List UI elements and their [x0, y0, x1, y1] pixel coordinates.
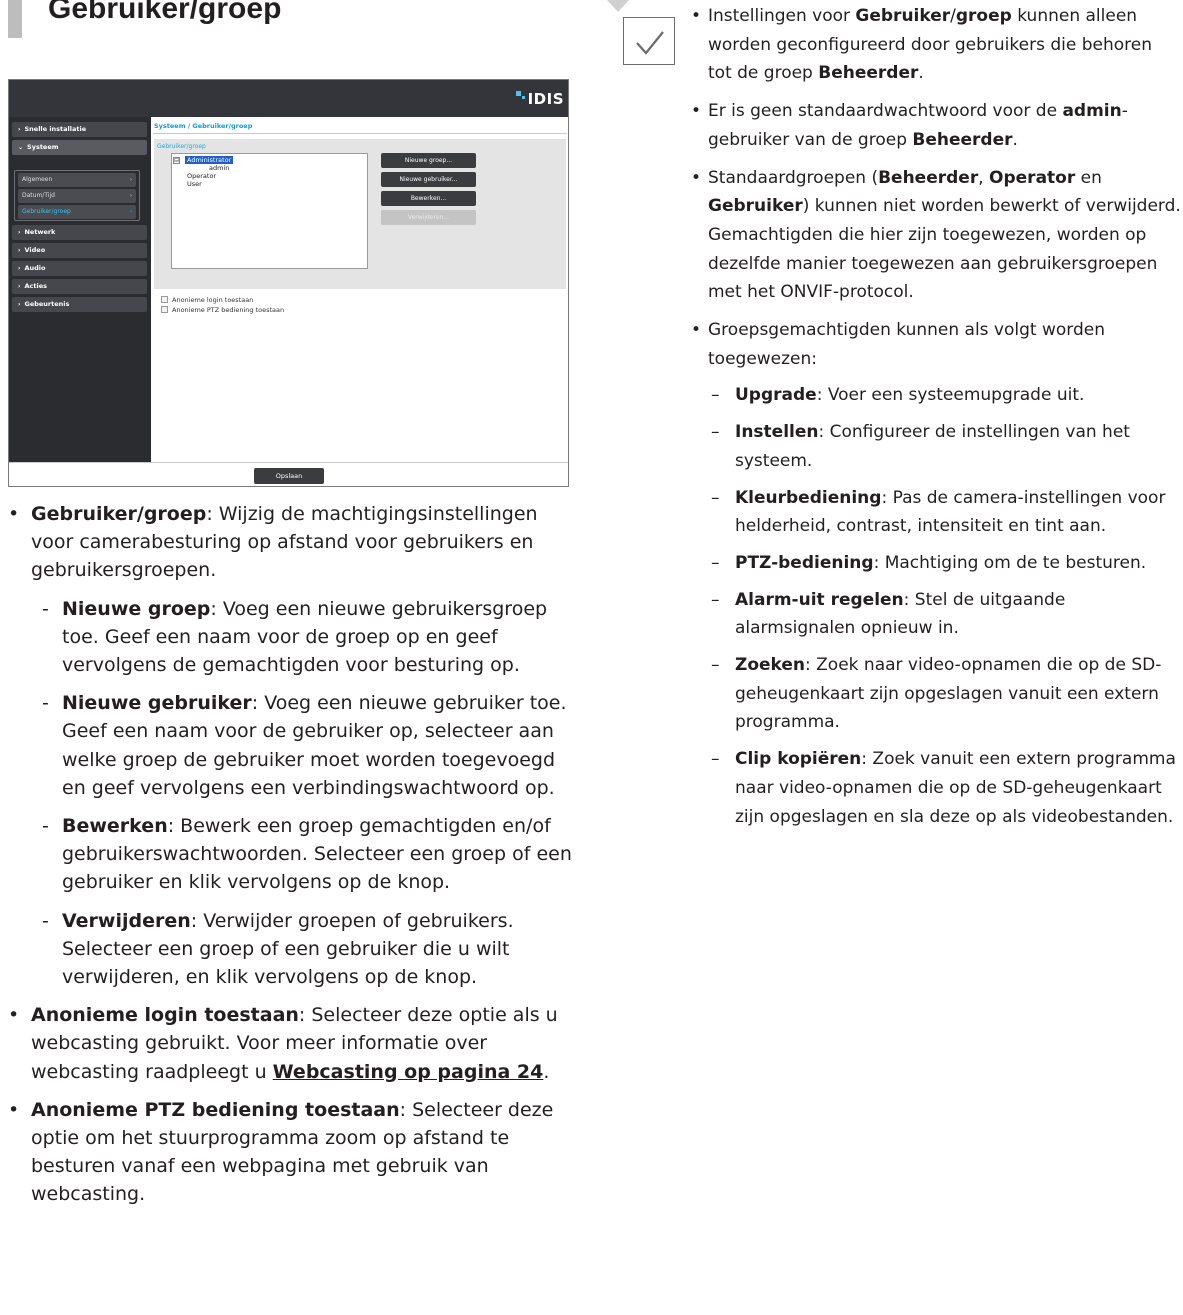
- permission-kleurbediening: – Kleurbediening: Pas de camera-instellin…: [711, 487, 1166, 537]
- sidebar-item-systeem[interactable]: ⌄ Systeem: [12, 140, 147, 155]
- sidebar-item-video[interactable]: › Video: [12, 243, 147, 258]
- sidebar-item-audio[interactable]: › Audio: [12, 261, 147, 276]
- app-header: IDIS: [9, 80, 568, 117]
- sidebar-item-acties[interactable]: › Acties: [12, 279, 147, 294]
- permission-zoeken: – Zoeken: Zoek naar video-opnamen die op …: [711, 655, 1162, 733]
- permission-clip-kopieren: – Clip kopiëren: Zoek vanuit een extern p…: [711, 749, 1176, 827]
- anon-login-checkbox[interactable]: [161, 296, 168, 303]
- tree-item-user[interactable]: User: [187, 180, 202, 188]
- edit-button[interactable]: Bewerken...: [381, 191, 476, 206]
- tree-item-operator[interactable]: Operator: [187, 172, 216, 180]
- sidebar-subitem-gebruiker-groep[interactable]: Gebruiker/groep ›: [18, 205, 136, 219]
- tree-item-administrator[interactable]: Administrator: [185, 156, 234, 164]
- anon-ptz-option[interactable]: Anonieme PTZ bediening toestaan: [161, 306, 284, 314]
- bullet-anonieme-ptz: • Anonieme PTZ bediening toestaan: Select…: [8, 1098, 554, 1206]
- webcasting-link[interactable]: Webcasting op pagina 24: [273, 1061, 544, 1083]
- idis-logo: IDIS: [515, 90, 564, 108]
- sub-item-nieuwe-gebruiker: - Nieuwe gebruiker: Voeg een nieuwe gebru…: [42, 692, 567, 799]
- bullet-anonieme-login: • Anonieme login toestaan: Selecteer deze…: [8, 1004, 558, 1083]
- settings-screenshot: IDIS › Snelle installatie ⌄ Systeem Algeme…: [8, 79, 569, 487]
- footer: Opslaan: [9, 462, 568, 486]
- user-group-panel: Gebruiker/groep ⊟ Administrator admin Op…: [154, 139, 566, 289]
- sidebar-subitem-datum-tijd[interactable]: Datum/Tijd ›: [18, 189, 136, 203]
- note-bullet-4: • Groepsgemachtigden kunnen als volgt wor…: [691, 320, 1106, 369]
- anon-login-option[interactable]: Anonieme login toestaan: [161, 296, 253, 304]
- heading-accent-bar: [8, 0, 22, 38]
- breadcrumb: Systeem / Gebruiker/groep: [154, 122, 253, 130]
- permission-ptz-bediening: – PTZ-bediening: Machtiging om de te best…: [711, 552, 1147, 573]
- divider: [153, 133, 567, 134]
- new-user-button[interactable]: Nieuwe gebruiker...: [381, 172, 476, 187]
- note-corner: [607, 0, 629, 12]
- sidebar: › Snelle installatie ⌄ Systeem Algemeen › D…: [9, 117, 151, 462]
- permission-alarm-uit: – Alarm-uit regelen: Stel de uitgaande al…: [711, 589, 1066, 639]
- note-box: [623, 17, 675, 65]
- tree-item-admin[interactable]: admin: [209, 164, 229, 172]
- bullet-gebruiker-groep: • Gebruiker/groep: Wijzig de machtigingsi…: [8, 503, 538, 582]
- save-button[interactable]: Opslaan: [254, 468, 324, 484]
- sidebar-subitem-algemeen[interactable]: Algemeen ›: [18, 173, 136, 187]
- sidebar-item-gebeurtenis[interactable]: › Gebeurtenis: [12, 297, 147, 312]
- note-bullet-2: • Er is geen standaardwachtwoord voor de …: [691, 101, 1128, 150]
- note-list: • Instellingen voor Gebruiker/groep kunne…: [691, 2, 1181, 831]
- main-content: Systeem / Gebruiker/groep Gebruiker/groe…: [151, 117, 568, 462]
- permission-instellen: – Instellen: Configureer de instellingen …: [711, 422, 1130, 471]
- sub-item-bewerken: - Bewerken: Bewerk een groep gemachtigden…: [42, 815, 572, 894]
- sidebar-item-netwerk[interactable]: › Netwerk: [12, 225, 147, 240]
- delete-button[interactable]: Verwijderen...: [381, 210, 476, 225]
- note-bullet-1: • Instellingen voor Gebruiker/groep kunne…: [691, 6, 1153, 84]
- term: Gebruiker/groep: [31, 503, 207, 525]
- new-group-button[interactable]: Nieuwe groep...: [381, 153, 476, 168]
- sidebar-item-snelle-installatie[interactable]: › Snelle installatie: [12, 122, 147, 137]
- anon-ptz-checkbox[interactable]: [161, 306, 168, 313]
- page-title: Gebruiker/groep: [48, 0, 282, 25]
- checkmark-icon: [636, 31, 664, 55]
- sidebar-submenu: Algemeen › Datum/Tijd › Gebruiker/groep ›: [14, 170, 140, 221]
- user-group-tree[interactable]: ⊟ Administrator admin Operator User: [171, 153, 368, 269]
- sub-item-nieuwe-groep: - Nieuwe groep: Voeg een nieuwe gebruiker…: [42, 597, 548, 677]
- description-list: • Gebruiker/groep: Wijzig de machtigingsi…: [8, 500, 578, 1209]
- note-bullet-3: • Standaardgroepen (Beheerder, Operator e…: [691, 167, 1181, 303]
- permission-upgrade: – Upgrade: Voer een systeemupgrade uit.: [711, 385, 1085, 406]
- sub-item-verwijderen: - Verwijderen: Verwijder groepen of gebru…: [42, 909, 514, 989]
- panel-label: Gebruiker/groep: [157, 143, 206, 150]
- collapse-toggle-icon[interactable]: ⊟: [173, 157, 180, 164]
